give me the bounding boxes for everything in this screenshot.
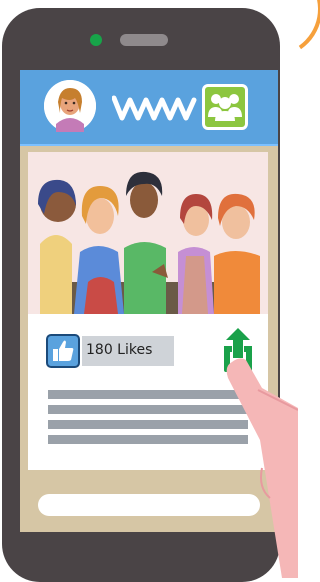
post-card: 180 Likes [28, 314, 268, 470]
phone-speaker [120, 34, 168, 46]
text-line [48, 405, 248, 414]
group-icon [208, 94, 242, 121]
text-line [48, 435, 248, 444]
post-text-lines [48, 390, 248, 450]
post-photo [28, 152, 268, 314]
thumbs-up-icon [53, 340, 74, 361]
share-button[interactable] [218, 324, 258, 376]
phone-camera [90, 34, 102, 46]
profile-avatar-icon[interactable] [44, 80, 96, 132]
text-line [48, 390, 248, 399]
group-button[interactable] [202, 84, 248, 130]
share-icon [224, 328, 252, 372]
likes-count: 180 Likes [86, 342, 153, 358]
text-line [48, 420, 248, 429]
phone-screen: 180 Likes [20, 70, 278, 532]
comment-input[interactable] [38, 494, 260, 516]
app-logo-icon [112, 95, 197, 121]
like-button[interactable] [46, 334, 80, 368]
app-header [20, 70, 278, 146]
phone-device: 180 Likes [2, 8, 280, 582]
